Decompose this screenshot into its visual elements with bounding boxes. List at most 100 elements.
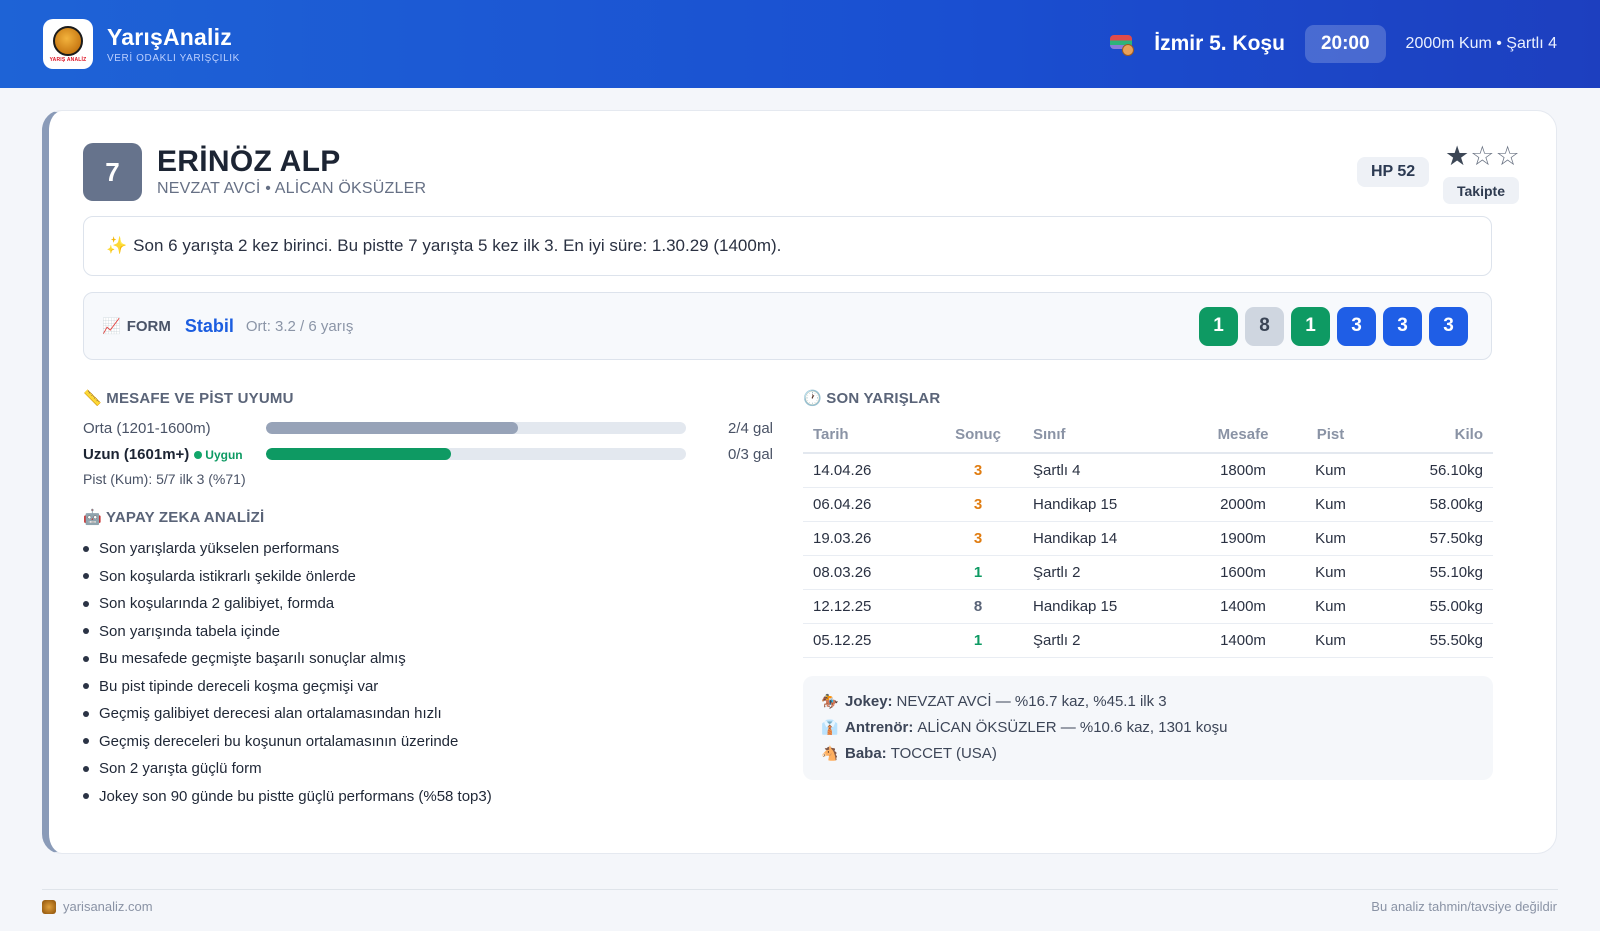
race-header-info: İzmir 5. Koşu 20:00 2000m Kum • Şartlı 4 [1110,25,1557,63]
ai-item-text: Bu pist tipinde dereceli koşma geçmişi v… [99,677,379,695]
star-outline-icon[interactable]: ☆ [1495,141,1520,171]
col-track[interactable]: Pist [1293,417,1368,454]
col-class[interactable]: Sınıf [1023,417,1193,454]
ai-item-text: Bu mesafede geçmişte başarılı sonuçlar a… [99,650,406,668]
bullet-icon [83,573,89,580]
distance-row: Uzun (1601m+) Uygun 0/3 gal [83,442,773,466]
footer-site[interactable]: yarisanaliz.com [42,899,153,914]
cell-distance: 1400m [1193,623,1293,658]
form-result-badge: 3 [1429,306,1468,346]
ai-list-item: Son yarışında tabela içinde [83,618,763,646]
sparkle-icon: ✨ [106,236,128,255]
ai-list-item: Son yarışlarda yükselen performans [83,535,763,563]
ai-item-text: Son yarışlarda yükselen performans [99,540,340,558]
brand-tagline: VERİ ODAKLI YARIŞÇILIK [107,53,240,64]
cell-date: 14.04.26 [803,453,933,488]
bullet-icon [83,793,89,800]
race-time-badge: 20:00 [1304,25,1386,63]
rating-stars[interactable]: ★☆☆ [1445,141,1521,172]
distance-label: Uzun (1601m+) Uygun [83,446,266,463]
ai-list-item: Geçmiş galibiyet derecesi alan ortalamas… [83,700,763,728]
races-body: 14.04.26 3 Şartlı 4 1800m Kum 56.10kg 06.04.26… [803,453,1493,658]
table-row[interactable]: 19.03.26 3 Handikap 14 1900m Kum 57.50kg [803,521,1493,556]
cell-result: 1 [933,555,1023,590]
sire-line: 🐴 Baba: TOCCET (USA) [821,740,1475,766]
cell-weight: 55.10kg [1368,555,1493,590]
horse-card: 7 ERİNÖZ ALP NEVZAT AVCİ • ALİCAN ÖKSÜZL… [42,110,1557,854]
cell-date: 05.12.25 [803,623,933,658]
connections-box: 🏇 Jokey: NEVZAT AVCİ — %16.7 kaz, %45.1 … [803,676,1493,780]
form-result-badge: 1 [1199,306,1238,346]
cell-distance: 1800m [1193,453,1293,488]
jockey-value: NEVZAT AVCİ — %16.7 kaz, %45.1 ilk 3 [896,692,1167,710]
col-weight[interactable]: Kilo [1368,417,1493,454]
form-result-badge: 1 [1291,306,1330,346]
bullet-icon [83,765,89,772]
form-average: Ort: 3.2 / 6 yarış [245,317,354,335]
cell-weight: 55.00kg [1368,589,1493,624]
cell-distance: 2000m [1193,487,1293,522]
horse-name: ERİNÖZ ALP [157,145,341,178]
distance-bar-fill [266,422,518,434]
ai-item-text: Son koşularda istikrarlı şekilde önlerde [99,567,356,585]
ai-list-item: Son koşularda istikrarlı şekilde önlerde [83,563,763,591]
distance-section-title: 📏 MESAFE VE PİST UYUMU [83,389,294,407]
cell-weight: 56.10kg [1368,453,1493,488]
suitable-tag: Uygun [194,447,243,462]
cell-track: Kum [1293,453,1368,488]
col-distance[interactable]: Mesafe [1193,417,1293,454]
site-url[interactable]: yarisanaliz.com [63,899,153,914]
distance-bar [266,448,686,460]
table-row[interactable]: 12.12.25 8 Handikap 15 1400m Kum 55.00kg [803,589,1493,624]
distance-title-text: MESAFE VE PİST UYUMU [106,390,294,407]
table-row[interactable]: 05.12.25 1 Şartlı 2 1400m Kum 55.50kg [803,623,1493,658]
brand: YarışAnaliz VERİ ODAKLI YARIŞÇILIK [107,24,240,64]
cell-class: Şartlı 4 [1023,453,1193,488]
clock-icon: 🕐 [803,390,822,407]
ai-list-item: Bu mesafede geçmişte başarılı sonuçlar a… [83,645,763,673]
cell-date: 12.12.25 [803,589,933,624]
horse-head-icon: 🐴 [821,744,839,761]
ai-list-item: Son 2 yarışta güçlü form [83,755,763,783]
cell-result: 3 [933,521,1023,556]
form-result-badge: 3 [1383,306,1422,346]
distance-value: 0/3 gal [727,445,773,463]
table-row[interactable]: 06.04.26 3 Handikap 15 2000m Kum 58.00kg [803,487,1493,522]
sire-key: Baba: [845,744,887,762]
cell-track: Kum [1293,589,1368,624]
form-state: Stabil [184,315,234,336]
cell-track: Kum [1293,521,1368,556]
summary-text: Son 6 yarışta 2 kez birinci. Bu pistte 7… [133,236,782,255]
col-result[interactable]: Sonuç [933,417,1023,454]
ai-list-item: Bu pist tipinde dereceli koşma geçmişi v… [83,673,763,701]
star-outline-icon[interactable]: ☆ [1470,141,1495,171]
table-row[interactable]: 14.04.26 3 Şartlı 4 1800m Kum 56.10kg [803,453,1493,488]
ai-item-text: Son yarışında tabela içinde [99,622,280,640]
jockey-line: 🏇 Jokey: NEVZAT AVCİ — %16.7 kaz, %45.1 … [821,688,1475,714]
cell-result: 8 [933,589,1023,624]
cell-track: Kum [1293,487,1368,522]
follow-button[interactable]: Takipte [1443,177,1519,204]
cell-track: Kum [1293,555,1368,590]
distance-row: Orta (1201-1600m) 2/4 gal [83,416,773,440]
bullet-icon [83,628,89,635]
brand-logo[interactable]: YARIŞ ANALİZ [43,19,93,69]
ruler-icon: 📏 [83,390,102,407]
bullet-icon [83,710,89,717]
cell-distance: 1900m [1193,521,1293,556]
table-row[interactable]: 08.03.26 1 Şartlı 2 1600m Kum 55.10kg [803,555,1493,590]
suitable-text: Uygun [205,447,243,462]
distance-label-text: Uzun (1601m+) [83,445,190,463]
brand-name: YarışAnaliz [107,24,232,50]
horse-logo-icon [53,25,83,56]
form-results: 181333 [1199,306,1468,346]
distance-value: 2/4 gal [727,419,773,437]
cell-result: 3 [933,453,1023,488]
star-icon[interactable]: ★ [1445,141,1470,171]
col-date[interactable]: Tarih [803,417,933,454]
jockey-silks-icon [1110,32,1135,56]
cell-class: Şartlı 2 [1023,623,1193,658]
trainer-value: ALİCAN ÖKSÜZLER — %10.6 kaz, 1301 koşu [917,718,1228,736]
cell-class: Handikap 15 [1023,487,1193,522]
ai-list-item: Geçmiş dereceleri bu koşunun ortalamasın… [83,728,763,756]
